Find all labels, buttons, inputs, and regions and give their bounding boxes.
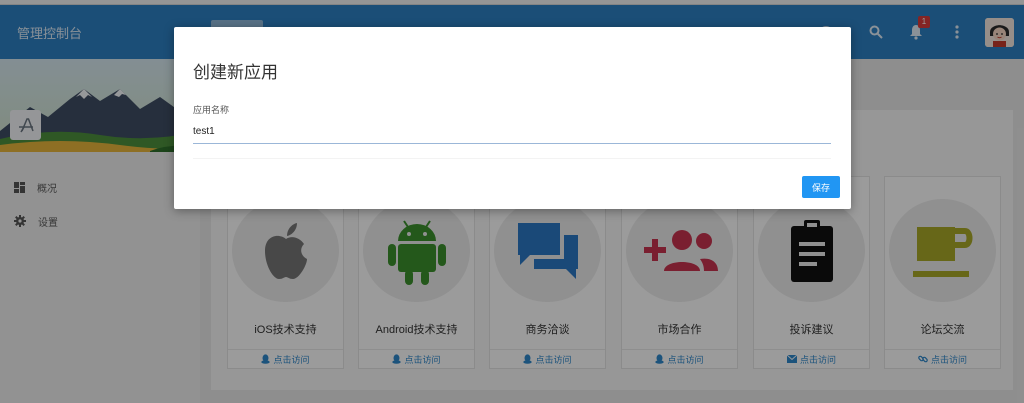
app-name-label: 应用名称 bbox=[193, 105, 230, 115]
dialog-title: 创建新应用 bbox=[193, 63, 278, 82]
save-button[interactable]: 保存 bbox=[802, 176, 840, 198]
app-name-input[interactable] bbox=[193, 120, 831, 144]
dialog-divider bbox=[193, 158, 831, 159]
create-app-dialog: 创建新应用 应用名称 保存 bbox=[174, 27, 851, 209]
